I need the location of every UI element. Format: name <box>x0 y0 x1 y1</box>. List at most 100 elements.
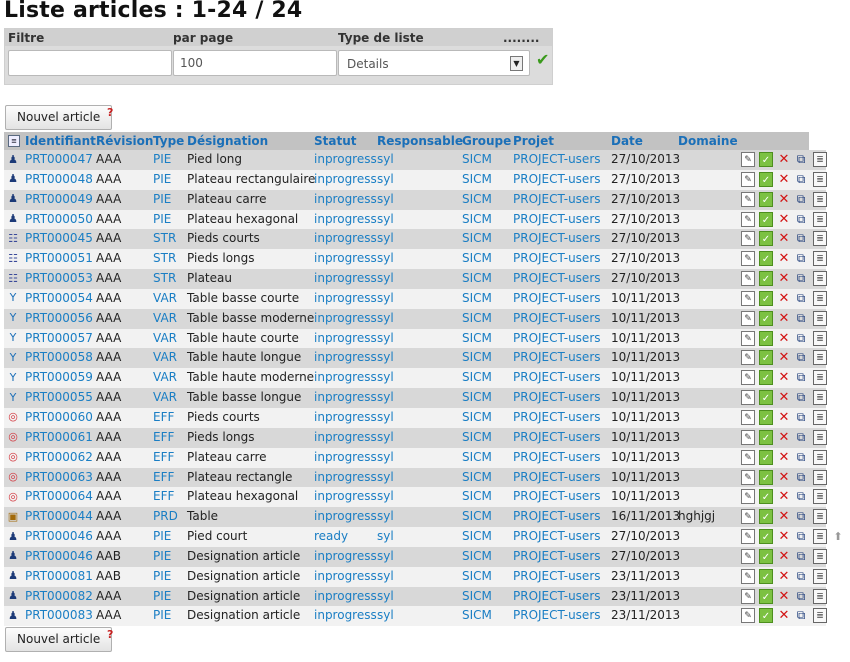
responsable-link[interactable]: syl <box>377 251 394 265</box>
type-link[interactable]: EFF <box>153 410 174 424</box>
copy-icon[interactable]: ⧉ <box>794 311 808 326</box>
clipboard-icon[interactable]: ≣ <box>813 330 827 346</box>
edit-icon[interactable]: ✎ <box>741 509 755 525</box>
validate-icon[interactable]: ✓ <box>759 310 773 326</box>
delete-icon[interactable]: ✕ <box>777 251 791 266</box>
type-link[interactable]: PIE <box>153 192 171 206</box>
delete-icon[interactable]: ✕ <box>777 529 791 544</box>
responsable-link[interactable]: syl <box>377 370 394 384</box>
edit-icon[interactable]: ✎ <box>741 191 755 207</box>
responsable-link[interactable]: syl <box>377 470 394 484</box>
validate-icon[interactable]: ✓ <box>759 370 773 386</box>
project-link[interactable]: PROJECT-users <box>513 192 601 206</box>
help-icon[interactable]: ? <box>107 106 113 119</box>
article-id-link[interactable]: PRT000047 <box>25 152 93 166</box>
col-revision[interactable]: Révision <box>96 134 153 148</box>
responsable-link[interactable]: syl <box>377 331 394 345</box>
type-link[interactable]: PIE <box>153 608 171 622</box>
responsable-link[interactable]: syl <box>377 192 394 206</box>
delete-icon[interactable]: ✕ <box>777 311 791 326</box>
table-row[interactable]: ☷ PRT000051 AAA STR Pieds longs inprogress syl… <box>4 249 830 270</box>
edit-icon[interactable]: ✎ <box>741 171 755 187</box>
clipboard-icon[interactable]: ≣ <box>813 191 827 207</box>
status-link[interactable]: inprogress <box>314 152 377 166</box>
filter-input[interactable] <box>8 50 172 76</box>
article-id-link[interactable]: PRT000082 <box>25 589 93 603</box>
responsable-link[interactable]: syl <box>377 350 394 364</box>
project-link[interactable]: PROJECT-users <box>513 311 601 325</box>
table-row[interactable]: ◎ PRT000063 AAA EFF Plateau rectangle inprogr… <box>4 467 830 488</box>
validate-icon[interactable]: ✓ <box>759 469 773 485</box>
group-link[interactable]: SICM <box>462 331 492 345</box>
validate-check-icon[interactable]: ✔ <box>536 50 549 69</box>
status-link[interactable]: inprogress <box>314 251 377 265</box>
type-link[interactable]: STR <box>153 271 176 285</box>
group-link[interactable]: SICM <box>462 608 492 622</box>
status-link[interactable]: inprogress <box>314 212 377 226</box>
type-link[interactable]: PIE <box>153 549 171 563</box>
validate-icon[interactable]: ✓ <box>759 509 773 525</box>
edit-icon[interactable]: ✎ <box>741 330 755 346</box>
type-link[interactable]: VAR <box>153 311 177 325</box>
validate-icon[interactable]: ✓ <box>759 251 773 267</box>
validate-icon[interactable]: ✓ <box>759 548 773 564</box>
type-link[interactable]: STR <box>153 251 176 265</box>
table-row[interactable]: ♟ PRT000081 AAB PIE Designation article inpro… <box>4 566 830 587</box>
clipboard-icon[interactable]: ≣ <box>813 171 827 187</box>
status-link[interactable]: inprogress <box>314 291 377 305</box>
project-link[interactable]: PROJECT-users <box>513 569 601 583</box>
responsable-link[interactable]: syl <box>377 608 394 622</box>
project-link[interactable]: PROJECT-users <box>513 271 601 285</box>
type-link[interactable]: EFF <box>153 470 174 484</box>
table-row[interactable]: ♟ PRT000046 AAB PIE Designation article inpro… <box>4 546 830 567</box>
edit-icon[interactable]: ✎ <box>741 152 755 167</box>
group-link[interactable]: SICM <box>462 489 492 503</box>
delete-icon[interactable]: ✕ <box>777 172 791 187</box>
article-id-link[interactable]: PRT000063 <box>25 470 93 484</box>
responsable-link[interactable]: syl <box>377 152 394 166</box>
table-row[interactable]: Y PRT000058 AAA VAR Table haute longue inprog… <box>4 348 830 369</box>
delete-icon[interactable]: ✕ <box>777 489 791 504</box>
group-link[interactable]: SICM <box>462 410 492 424</box>
copy-icon[interactable]: ⧉ <box>794 569 808 584</box>
clipboard-icon[interactable]: ≣ <box>813 350 827 366</box>
validate-icon[interactable]: ✓ <box>759 489 773 505</box>
select-all-icon[interactable]: ≡ <box>8 135 20 147</box>
status-link[interactable]: inprogress <box>314 489 377 503</box>
table-row[interactable]: ♟ PRT000083 AAA PIE Designation article inpro… <box>4 606 830 627</box>
copy-icon[interactable]: ⧉ <box>794 370 808 385</box>
group-link[interactable]: SICM <box>462 350 492 364</box>
responsable-link[interactable]: syl <box>377 390 394 404</box>
status-link[interactable]: inprogress <box>314 311 377 325</box>
delete-icon[interactable]: ✕ <box>777 430 791 445</box>
validate-icon[interactable]: ✓ <box>759 409 773 425</box>
table-row[interactable]: ◎ PRT000064 AAA EFF Plateau hexagonal inprogr… <box>4 487 830 508</box>
status-link[interactable]: inprogress <box>314 350 377 364</box>
copy-icon[interactable]: ⧉ <box>794 192 808 207</box>
col-responsable[interactable]: Responsable <box>377 134 463 148</box>
delete-icon[interactable]: ✕ <box>777 152 791 167</box>
copy-icon[interactable]: ⧉ <box>794 350 808 365</box>
delete-icon[interactable]: ✕ <box>777 331 791 346</box>
responsable-link[interactable]: syl <box>377 410 394 424</box>
list-type-select[interactable]: Details ▼ <box>338 50 530 76</box>
validate-icon[interactable]: ✓ <box>759 152 773 167</box>
project-link[interactable]: PROJECT-users <box>513 350 601 364</box>
status-link[interactable]: inprogress <box>314 569 377 583</box>
status-link[interactable]: inprogress <box>314 192 377 206</box>
article-id-link[interactable]: PRT000049 <box>25 192 93 206</box>
responsable-link[interactable]: syl <box>377 271 394 285</box>
responsable-link[interactable]: syl <box>377 311 394 325</box>
validate-icon[interactable]: ✓ <box>759 271 773 287</box>
group-link[interactable]: SICM <box>462 549 492 563</box>
validate-icon[interactable]: ✓ <box>759 290 773 306</box>
table-row[interactable]: Y PRT000055 AAA VAR Table basse longue inprog… <box>4 388 830 408</box>
group-link[interactable]: SICM <box>462 152 492 166</box>
edit-icon[interactable]: ✎ <box>741 390 755 406</box>
delete-icon[interactable]: ✕ <box>777 569 791 584</box>
responsable-link[interactable]: syl <box>377 450 394 464</box>
group-link[interactable]: SICM <box>462 370 492 384</box>
type-link[interactable]: VAR <box>153 291 177 305</box>
article-id-link[interactable]: PRT000059 <box>25 370 93 384</box>
article-id-link[interactable]: PRT000051 <box>25 251 93 265</box>
